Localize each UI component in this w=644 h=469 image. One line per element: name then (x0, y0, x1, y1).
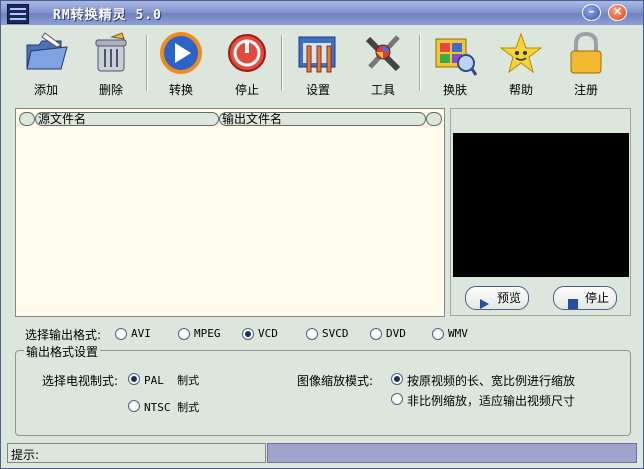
output-settings-group: 输出格式设置 选择电视制式: PAL 制式 NTSC 制式 图像缩放模式: 按原… (15, 343, 631, 436)
toolbar-separator (419, 35, 421, 91)
scale-radio-fit[interactable] (391, 393, 403, 405)
convert-label: 转换 (168, 83, 193, 97)
star-face-icon (498, 31, 544, 77)
scale-label-fit: 非比例缩放，适应输出视频尺寸 (407, 394, 576, 408)
preview-screen (453, 133, 629, 277)
format-radio-wmv[interactable] (432, 328, 444, 340)
delete-label: 删除 (98, 83, 123, 97)
format-radio-dvd[interactable] (370, 328, 382, 340)
preview-panel: 预览 停止 (450, 108, 631, 316)
output-format-row: 选择输出格式: AVI MPEG VCD SVCD DVD WMV (25, 326, 625, 342)
tools-button[interactable]: 工具 (356, 31, 410, 101)
preview-button[interactable]: 预览 (465, 286, 529, 310)
delete-button[interactable]: 删除 (84, 31, 138, 101)
status-progress-panel (267, 443, 637, 463)
main-window: RM转换精灵 5.0 – × 添加 删除 转换 停止 设置 工具 换肤 帮助 注… (0, 0, 644, 469)
close-icon: × (612, 4, 623, 18)
column-header-source[interactable]: 源文件名 (35, 112, 219, 126)
format-label-dvd: DVD (386, 327, 406, 340)
format-label-vcd: VCD (258, 327, 278, 340)
status-bar: 提示: (1, 438, 643, 468)
convert-button[interactable]: 转换 (154, 31, 208, 101)
close-button[interactable]: × (608, 4, 627, 21)
tv-system-label: 选择电视制式: (42, 374, 119, 388)
folder-open-icon (23, 31, 69, 77)
minimize-button[interactable]: – (582, 4, 601, 21)
window-title: RM转换精灵 5.0 (53, 8, 162, 23)
app-icon[interactable] (7, 4, 29, 24)
help-label: 帮助 (508, 83, 533, 97)
trash-icon (88, 31, 134, 77)
skin-palette-icon (432, 31, 478, 77)
scale-label-keep-ratio: 按原视频的长、宽比例进行缩放 (407, 374, 576, 388)
settings-button[interactable]: 设置 (291, 31, 345, 101)
tv-label-ntsc: NTSC 制式 (144, 401, 200, 414)
format-label-avi: AVI (131, 327, 151, 340)
format-radio-vcd[interactable] (242, 328, 254, 340)
tools-label: 工具 (370, 83, 395, 97)
status-hint-label: 提示: (11, 448, 40, 462)
toolbar: 添加 删除 转换 停止 设置 工具 换肤 帮助 注册 (1, 25, 643, 103)
settings-panel-icon (295, 31, 341, 77)
stop-label: 停止 (234, 83, 259, 97)
tv-radio-pal[interactable] (128, 373, 140, 385)
power-stop-icon (224, 31, 270, 77)
column-header-output[interactable]: 输出文件名 (219, 112, 426, 126)
add-label: 添加 (33, 83, 58, 97)
format-radio-mpeg[interactable] (178, 328, 190, 340)
output-format-label: 选择输出格式: (25, 328, 102, 342)
file-list[interactable]: 源文件名 输出文件名 (15, 108, 445, 317)
register-label: 注册 (573, 83, 598, 97)
preview-stop-button[interactable]: 停止 (553, 286, 617, 310)
skin-label: 换肤 (442, 83, 467, 97)
format-label-mpeg: MPEG (194, 327, 221, 340)
format-label-svcd: SVCD (322, 327, 349, 340)
preview-stop-button-label: 停止 (585, 291, 610, 305)
status-hint-panel: 提示: (7, 443, 266, 463)
tv-radio-ntsc[interactable] (128, 400, 140, 412)
tv-label-pal: PAL 制式 (144, 374, 200, 387)
scale-radio-keep-ratio[interactable] (391, 373, 403, 385)
column-header-end[interactable] (426, 112, 442, 126)
add-button[interactable]: 添加 (19, 31, 73, 101)
stop-small-icon (568, 294, 578, 316)
column-header-select[interactable] (19, 112, 35, 126)
register-button[interactable]: 注册 (559, 31, 613, 101)
minimize-icon: – (588, 4, 595, 18)
format-label-wmv: WMV (448, 327, 468, 340)
preview-button-label: 预览 (497, 291, 522, 305)
format-radio-svcd[interactable] (306, 328, 318, 340)
settings-label: 设置 (305, 83, 330, 97)
scale-mode-label: 图像缩放模式: (297, 374, 374, 388)
title-bar[interactable]: RM转换精灵 5.0 – × (1, 1, 643, 25)
output-settings-title: 输出格式设置 (24, 343, 101, 360)
skin-button[interactable]: 换肤 (428, 31, 482, 101)
stop-tool-button[interactable]: 停止 (220, 31, 274, 101)
toolbar-separator (281, 35, 283, 91)
play-small-icon (480, 294, 489, 316)
help-button[interactable]: 帮助 (494, 31, 548, 101)
play-icon (158, 31, 204, 77)
lock-icon (563, 31, 609, 77)
format-radio-avi[interactable] (115, 328, 127, 340)
wrench-screwdriver-icon (360, 31, 406, 77)
toolbar-separator (146, 35, 148, 91)
